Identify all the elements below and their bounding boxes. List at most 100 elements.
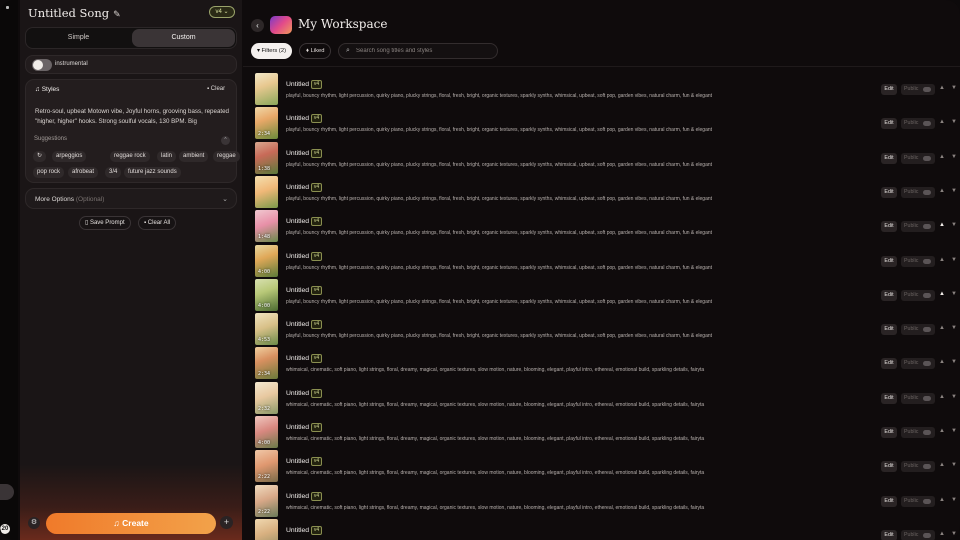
thumbs-down-icon[interactable]: ▼ — [951, 428, 957, 434]
clear-all-button[interactable]: ▪ Clear All — [138, 216, 177, 230]
track-title[interactable]: Untitled — [286, 253, 309, 260]
track-title[interactable]: Untitled — [286, 424, 309, 431]
model-version-select[interactable]: v4 ⌄ — [209, 6, 235, 18]
track-cover[interactable]: 4:00 — [255, 278, 278, 311]
track-title[interactable]: Untitled — [286, 287, 309, 294]
create-button[interactable]: ♫ Create — [46, 513, 216, 534]
track-row[interactable]: 1:38 Untitled v4 playful, bouncy rhythm, li… — [243, 141, 960, 175]
track-cover[interactable] — [255, 518, 278, 540]
edit-button[interactable]: Edit — [881, 152, 897, 164]
public-toggle[interactable]: Public — [901, 152, 935, 164]
edit-button[interactable]: Edit — [881, 529, 897, 540]
track-row[interactable]: Untitled v4 playful, bouncy rhythm, light … — [243, 175, 960, 209]
track-title[interactable]: Untitled — [286, 458, 309, 465]
track-cover[interactable]: 4:00 — [255, 244, 278, 277]
track-title[interactable]: Untitled — [286, 390, 309, 397]
public-toggle[interactable]: Public — [901, 255, 935, 267]
track-title[interactable]: Untitled — [286, 355, 309, 362]
public-toggle[interactable]: Public — [901, 461, 935, 473]
thumbs-up-icon[interactable]: ▲ — [939, 359, 945, 365]
public-toggle[interactable]: Public — [901, 529, 935, 540]
save-prompt-button[interactable]: ▯ Save Prompt — [79, 216, 131, 230]
track-row[interactable]: 4:53 Untitled v4 playful, bouncy rhythm, li… — [243, 312, 960, 346]
track-title[interactable]: Untitled — [286, 184, 309, 191]
track-row[interactable]: 1:48 Untitled v4 playful, bouncy rhythm, li… — [243, 209, 960, 243]
edit-button[interactable]: Edit — [881, 358, 897, 370]
suggestion-chip[interactable]: afrobeat — [68, 167, 99, 178]
song-title[interactable]: Untitled Song ✎ — [28, 6, 121, 20]
search-input[interactable] — [356, 45, 494, 57]
track-row[interactable]: 2:22 Untitled v4 whimsical, cinematic, soft… — [243, 484, 960, 518]
edit-button[interactable]: Edit — [881, 427, 897, 438]
suggestion-chip[interactable]: 3/4 — [105, 167, 122, 178]
filters-button[interactable]: ▾ Filters (2) — [251, 43, 293, 59]
suggestion-chip[interactable]: ambient — [179, 151, 209, 162]
suggestions-collapse-icon[interactable]: ⌃ — [221, 136, 230, 145]
thumbs-up-icon[interactable]: ▲ — [939, 154, 945, 160]
track-title[interactable]: Untitled — [286, 321, 309, 328]
track-row[interactable]: 4:00 Untitled v4 whimsical, cinematic, soft… — [243, 415, 960, 449]
public-toggle[interactable]: Public — [901, 186, 935, 198]
suggestion-chip[interactable]: future jazz sounds — [124, 167, 181, 178]
thumbs-down-icon[interactable]: ▼ — [951, 154, 957, 160]
thumbs-down-icon[interactable]: ▼ — [951, 85, 957, 91]
thumbs-up-icon[interactable]: ▲ — [939, 85, 945, 91]
suggestion-chip[interactable]: reggae — [213, 151, 240, 162]
track-title[interactable]: Untitled — [286, 527, 309, 534]
instrumental-toggle[interactable] — [32, 59, 52, 71]
track-title[interactable]: Untitled — [286, 150, 309, 157]
public-toggle[interactable]: Public — [901, 84, 935, 95]
track-cover[interactable] — [255, 73, 278, 105]
edit-button[interactable]: Edit — [881, 461, 897, 473]
pencil-icon[interactable]: ✎ — [113, 10, 121, 20]
track-cover[interactable] — [255, 175, 278, 208]
thumbs-down-icon[interactable]: ▼ — [951, 497, 957, 503]
track-row[interactable]: 2:34 Untitled v4 playful, bouncy rhythm, li… — [243, 106, 960, 140]
thumbs-down-icon[interactable]: ▼ — [951, 359, 957, 365]
thumbs-down-icon[interactable]: ▼ — [951, 119, 957, 125]
thumbs-up-icon[interactable]: ▲ — [939, 394, 945, 400]
edit-button[interactable]: Edit — [881, 255, 897, 267]
tab-simple[interactable]: Simple — [27, 29, 130, 47]
thumbs-up-icon[interactable]: ▲ — [939, 462, 945, 468]
styles-textarea[interactable]: Retro-soul, upbeat Motown vibe, Joyful h… — [35, 107, 231, 126]
thumbs-up-icon[interactable]: ▲ — [939, 257, 945, 263]
thumbs-down-icon[interactable]: ▼ — [951, 257, 957, 263]
thumbs-up-icon[interactable]: ▲ — [939, 119, 945, 125]
edit-button[interactable]: Edit — [881, 186, 897, 198]
edit-button[interactable]: Edit — [881, 324, 897, 336]
track-cover[interactable]: 2:32 — [255, 381, 278, 414]
edit-button[interactable]: Edit — [881, 84, 897, 95]
suggestion-chip[interactable]: reggae rock — [110, 151, 150, 162]
public-toggle[interactable]: Public — [901, 427, 935, 438]
thumbs-up-icon[interactable]: ▲ — [939, 188, 945, 194]
track-row[interactable]: Untitled v4 playful, bouncy rhythm, light … — [243, 72, 960, 106]
thumbs-down-icon[interactable]: ▼ — [951, 325, 957, 331]
edit-button[interactable]: Edit — [881, 118, 897, 130]
thumbs-up-icon[interactable]: ▲ — [939, 325, 945, 331]
track-title[interactable]: Untitled — [286, 81, 309, 88]
thumbs-down-icon[interactable]: ▼ — [951, 531, 957, 537]
thumbs-up-icon[interactable]: ▲ — [939, 497, 945, 503]
thumbs-up-icon[interactable]: ▲ — [939, 428, 945, 434]
track-cover[interactable]: 2:34 — [255, 347, 278, 380]
edit-button[interactable]: Edit — [881, 495, 897, 507]
back-arrow-icon[interactable]: ‹ — [251, 19, 264, 32]
thumbs-up-icon[interactable]: ▲ — [939, 222, 945, 228]
track-title[interactable]: Untitled — [286, 115, 309, 122]
public-toggle[interactable]: Public — [901, 289, 935, 301]
suggestion-chip[interactable]: pop rock — [33, 167, 65, 178]
suggestion-chip[interactable]: latin — [157, 151, 177, 162]
public-toggle[interactable]: Public — [901, 118, 935, 130]
track-cover[interactable]: 1:38 — [255, 141, 278, 174]
public-toggle[interactable]: Public — [901, 221, 935, 233]
track-cover[interactable]: 2:22 — [255, 450, 278, 483]
track-cover[interactable]: 1:48 — [255, 210, 278, 243]
thumbs-down-icon[interactable]: ▼ — [951, 291, 957, 297]
public-toggle[interactable]: Public — [901, 495, 935, 507]
track-cover[interactable]: 2:22 — [255, 484, 278, 517]
thumbs-down-icon[interactable]: ▼ — [951, 394, 957, 400]
track-title[interactable]: Untitled — [286, 218, 309, 225]
gear-icon[interactable]: ⚙ — [28, 517, 40, 529]
edit-button[interactable]: Edit — [881, 289, 897, 301]
